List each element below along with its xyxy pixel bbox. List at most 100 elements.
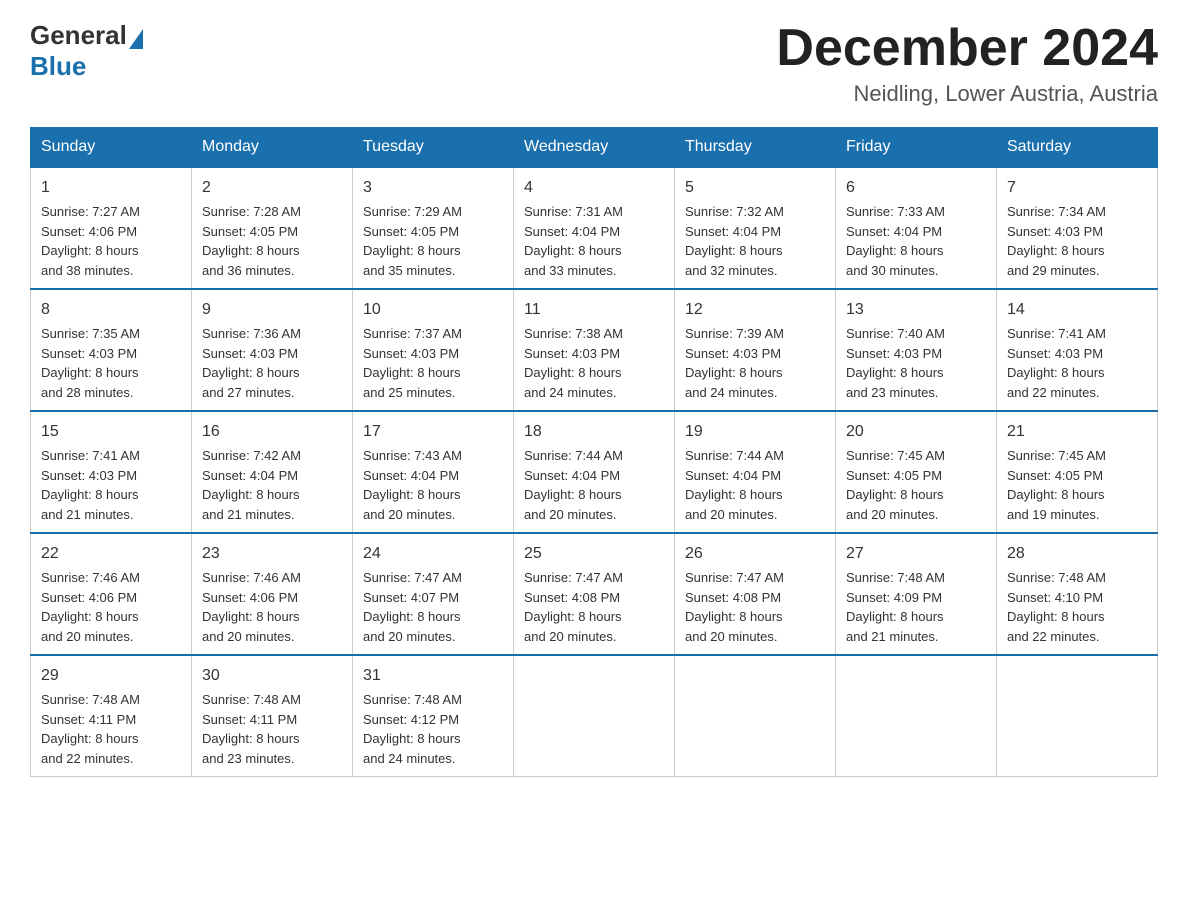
day-daylight-label: Daylight: 8 hours	[41, 609, 139, 624]
day-daylight-label: Daylight: 8 hours	[363, 609, 461, 624]
calendar-week-row: 15 Sunrise: 7:41 AM Sunset: 4:03 PM Dayl…	[31, 411, 1158, 533]
day-sunrise: Sunrise: 7:36 AM	[202, 326, 301, 341]
day-daylight-label: Daylight: 8 hours	[524, 243, 622, 258]
day-daylight-value: and 20 minutes.	[685, 629, 778, 644]
day-number: 22	[41, 542, 181, 566]
day-daylight-label: Daylight: 8 hours	[524, 609, 622, 624]
day-daylight-value: and 20 minutes.	[846, 507, 939, 522]
day-daylight-label: Daylight: 8 hours	[41, 731, 139, 746]
day-sunset: Sunset: 4:05 PM	[846, 468, 942, 483]
day-sunrise: Sunrise: 7:47 AM	[363, 570, 462, 585]
day-number: 24	[363, 542, 503, 566]
day-sunset: Sunset: 4:03 PM	[202, 346, 298, 361]
day-daylight-value: and 20 minutes.	[202, 629, 295, 644]
day-number: 16	[202, 420, 342, 444]
day-daylight-value: and 21 minutes.	[41, 507, 134, 522]
day-sunrise: Sunrise: 7:48 AM	[41, 692, 140, 707]
day-sunrise: Sunrise: 7:29 AM	[363, 204, 462, 219]
day-daylight-value: and 21 minutes.	[202, 507, 295, 522]
day-sunrise: Sunrise: 7:48 AM	[363, 692, 462, 707]
day-number: 6	[846, 176, 986, 200]
calendar-day-cell: 6 Sunrise: 7:33 AM Sunset: 4:04 PM Dayli…	[836, 167, 997, 289]
day-of-week-header: Friday	[836, 128, 997, 168]
calendar-week-row: 8 Sunrise: 7:35 AM Sunset: 4:03 PM Dayli…	[31, 289, 1158, 411]
day-sunrise: Sunrise: 7:28 AM	[202, 204, 301, 219]
calendar-week-row: 1 Sunrise: 7:27 AM Sunset: 4:06 PM Dayli…	[31, 167, 1158, 289]
day-sunset: Sunset: 4:10 PM	[1007, 590, 1103, 605]
day-daylight-value: and 23 minutes.	[846, 385, 939, 400]
day-daylight-value: and 24 minutes.	[363, 751, 456, 766]
calendar-header-row: SundayMondayTuesdayWednesdayThursdayFrid…	[31, 128, 1158, 168]
day-sunset: Sunset: 4:07 PM	[363, 590, 459, 605]
calendar-day-cell: 2 Sunrise: 7:28 AM Sunset: 4:05 PM Dayli…	[192, 167, 353, 289]
day-sunset: Sunset: 4:04 PM	[363, 468, 459, 483]
day-number: 23	[202, 542, 342, 566]
day-number: 17	[363, 420, 503, 444]
day-daylight-label: Daylight: 8 hours	[1007, 365, 1105, 380]
day-daylight-label: Daylight: 8 hours	[202, 731, 300, 746]
day-number: 20	[846, 420, 986, 444]
day-number: 18	[524, 420, 664, 444]
day-number: 29	[41, 664, 181, 688]
day-number: 25	[524, 542, 664, 566]
calendar-day-cell: 29 Sunrise: 7:48 AM Sunset: 4:11 PM Dayl…	[31, 655, 192, 777]
day-daylight-value: and 33 minutes.	[524, 263, 617, 278]
day-sunrise: Sunrise: 7:46 AM	[41, 570, 140, 585]
day-sunrise: Sunrise: 7:45 AM	[1007, 448, 1106, 463]
day-daylight-value: and 19 minutes.	[1007, 507, 1100, 522]
day-daylight-value: and 27 minutes.	[202, 385, 295, 400]
day-sunrise: Sunrise: 7:35 AM	[41, 326, 140, 341]
calendar-day-cell: 31 Sunrise: 7:48 AM Sunset: 4:12 PM Dayl…	[353, 655, 514, 777]
day-sunset: Sunset: 4:04 PM	[524, 224, 620, 239]
calendar-day-cell: 4 Sunrise: 7:31 AM Sunset: 4:04 PM Dayli…	[514, 167, 675, 289]
day-number: 5	[685, 176, 825, 200]
day-sunset: Sunset: 4:11 PM	[41, 712, 136, 727]
day-daylight-label: Daylight: 8 hours	[202, 365, 300, 380]
day-number: 28	[1007, 542, 1147, 566]
day-sunset: Sunset: 4:09 PM	[846, 590, 942, 605]
day-daylight-value: and 22 minutes.	[41, 751, 134, 766]
calendar-day-cell: 26 Sunrise: 7:47 AM Sunset: 4:08 PM Dayl…	[675, 533, 836, 655]
day-sunset: Sunset: 4:12 PM	[363, 712, 459, 727]
day-daylight-label: Daylight: 8 hours	[363, 243, 461, 258]
day-daylight-value: and 24 minutes.	[685, 385, 778, 400]
day-number: 31	[363, 664, 503, 688]
day-sunrise: Sunrise: 7:48 AM	[1007, 570, 1106, 585]
calendar-day-cell	[675, 655, 836, 777]
day-number: 8	[41, 298, 181, 322]
day-number: 2	[202, 176, 342, 200]
day-daylight-value: and 28 minutes.	[41, 385, 134, 400]
day-sunrise: Sunrise: 7:27 AM	[41, 204, 140, 219]
day-sunrise: Sunrise: 7:47 AM	[524, 570, 623, 585]
calendar-day-cell: 13 Sunrise: 7:40 AM Sunset: 4:03 PM Dayl…	[836, 289, 997, 411]
day-sunset: Sunset: 4:03 PM	[685, 346, 781, 361]
day-number: 19	[685, 420, 825, 444]
calendar-day-cell: 14 Sunrise: 7:41 AM Sunset: 4:03 PM Dayl…	[997, 289, 1158, 411]
calendar-day-cell	[514, 655, 675, 777]
day-sunset: Sunset: 4:11 PM	[202, 712, 297, 727]
calendar-day-cell: 27 Sunrise: 7:48 AM Sunset: 4:09 PM Dayl…	[836, 533, 997, 655]
day-number: 14	[1007, 298, 1147, 322]
calendar-week-row: 22 Sunrise: 7:46 AM Sunset: 4:06 PM Dayl…	[31, 533, 1158, 655]
day-sunrise: Sunrise: 7:48 AM	[846, 570, 945, 585]
day-daylight-label: Daylight: 8 hours	[524, 487, 622, 502]
day-daylight-value: and 32 minutes.	[685, 263, 778, 278]
day-daylight-label: Daylight: 8 hours	[846, 243, 944, 258]
day-number: 7	[1007, 176, 1147, 200]
logo-blue-text: Blue	[30, 51, 86, 82]
day-sunrise: Sunrise: 7:41 AM	[41, 448, 140, 463]
day-sunrise: Sunrise: 7:43 AM	[363, 448, 462, 463]
day-number: 9	[202, 298, 342, 322]
calendar-day-cell: 19 Sunrise: 7:44 AM Sunset: 4:04 PM Dayl…	[675, 411, 836, 533]
calendar-day-cell: 25 Sunrise: 7:47 AM Sunset: 4:08 PM Dayl…	[514, 533, 675, 655]
day-number: 27	[846, 542, 986, 566]
day-sunset: Sunset: 4:05 PM	[363, 224, 459, 239]
month-title: December 2024	[776, 20, 1158, 77]
calendar-day-cell: 11 Sunrise: 7:38 AM Sunset: 4:03 PM Dayl…	[514, 289, 675, 411]
day-sunset: Sunset: 4:04 PM	[202, 468, 298, 483]
day-of-week-header: Thursday	[675, 128, 836, 168]
location-title: Neidling, Lower Austria, Austria	[776, 81, 1158, 107]
day-number: 15	[41, 420, 181, 444]
day-sunrise: Sunrise: 7:40 AM	[846, 326, 945, 341]
day-daylight-value: and 20 minutes.	[41, 629, 134, 644]
